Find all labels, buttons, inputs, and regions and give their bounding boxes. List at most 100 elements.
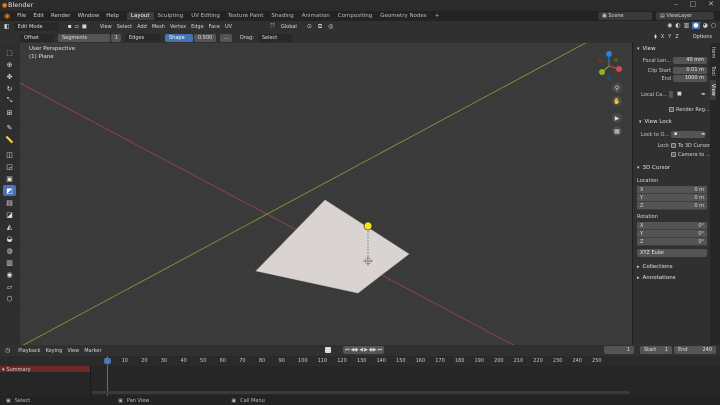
local-camera-checkbox[interactable]	[669, 91, 673, 98]
tab-texture-paint[interactable]: Texture Paint	[224, 12, 268, 20]
add-cube-tool-icon[interactable]: ◫	[3, 149, 16, 160]
menu-view[interactable]: View	[100, 24, 112, 30]
menu-help[interactable]: Help	[106, 13, 119, 19]
menu-file[interactable]: File	[17, 13, 26, 19]
camera-view-icon[interactable]: ▶	[612, 113, 622, 123]
view-section-header[interactable]: ▾ View	[637, 46, 656, 52]
mirror-z-toggle[interactable]: Z	[675, 34, 678, 40]
navigation-gizmo[interactable]	[592, 49, 626, 83]
menu-edit[interactable]: Edit	[33, 13, 44, 19]
render-shading-icon[interactable]: ○	[711, 22, 716, 29]
measure-tool-icon[interactable]: 📏	[3, 134, 16, 145]
select-box-tool-icon[interactable]: ⬚	[3, 47, 16, 58]
lock-to-object-field[interactable]: ▪	[671, 131, 705, 138]
menu-render[interactable]: Render	[51, 13, 71, 19]
timeline-editor-icon[interactable]: ◷	[5, 347, 10, 354]
clip-start-field[interactable]: 0.01 m	[673, 67, 707, 74]
xray-icon[interactable]: ▥	[684, 22, 690, 29]
scene-selector[interactable]: ▣ Scene	[598, 12, 652, 20]
tab-animation[interactable]: Animation	[298, 12, 334, 20]
gizmo-z-icon[interactable]	[606, 51, 612, 57]
transform-tool-icon[interactable]: ⊞	[3, 107, 16, 118]
tab-layout[interactable]: Layout	[126, 12, 154, 20]
timeline-ruler[interactable]: 1102030405060708090100110120130140150160…	[0, 356, 720, 366]
maximize-icon[interactable]: □	[690, 0, 697, 8]
face-select-icon[interactable]: ◼	[82, 23, 87, 30]
view-lock-section-header[interactable]: ▾ View Lock	[639, 119, 672, 125]
summary-channel[interactable]: ▾ Summary	[0, 366, 90, 373]
cursor-section-header[interactable]: ▾ 3D Cursor	[637, 165, 670, 171]
current-frame-field[interactable]: 1	[604, 346, 634, 354]
tab-uv-editing[interactable]: UV Editing	[187, 12, 224, 20]
eyedropper-icon[interactable]: ✒	[701, 91, 706, 98]
tab-sculpting[interactable]: Sculpting	[154, 12, 188, 20]
tab-tool[interactable]: Tool	[710, 62, 716, 80]
minimize-icon[interactable]: –	[674, 0, 678, 8]
to-3d-cursor-checkbox[interactable]	[671, 143, 676, 148]
extrude-tool-icon[interactable]: ◲	[3, 161, 16, 172]
rotate-tool-icon[interactable]: ↻	[3, 83, 16, 94]
timeline-view-menu[interactable]: View	[67, 348, 79, 354]
rip-region-tool-icon[interactable]: ⬡	[3, 293, 16, 304]
mesh-select-icon[interactable]: ◧	[4, 23, 10, 30]
record-icon[interactable]	[325, 347, 331, 353]
keying-menu[interactable]: Keying	[46, 348, 63, 354]
gizmo-x-icon[interactable]	[616, 66, 622, 72]
mirror-x-toggle[interactable]: X	[661, 34, 664, 40]
pivot-icon[interactable]: ⊙	[307, 23, 312, 30]
3d-viewport[interactable]: User Perspective (1) Plane ⚲ ✋ ▶ ▦	[20, 43, 632, 345]
snap-icon[interactable]: ⧉	[318, 23, 322, 31]
start-frame-field[interactable]: Start 1	[640, 346, 672, 354]
timeline-scrollbar[interactable]	[92, 391, 630, 394]
gizmo-y-icon[interactable]	[599, 69, 605, 75]
rotation-z-field[interactable]: Z 0°	[637, 238, 707, 246]
rotation-mode-dropdown[interactable]: XYZ Euler	[637, 249, 707, 257]
segments-field[interactable]: 1	[111, 33, 121, 42]
rotation-y-field[interactable]: Y 0°	[637, 230, 707, 238]
proportional-edit-icon[interactable]: ◎	[328, 23, 333, 30]
add-workspace-button[interactable]: +	[431, 12, 444, 20]
playhead[interactable]	[107, 356, 108, 396]
close-icon[interactable]: ✕	[708, 0, 714, 8]
shape-field[interactable]: 0.500	[194, 33, 216, 42]
smooth-tool-icon[interactable]: ◍	[3, 245, 16, 256]
menu-window[interactable]: Window	[78, 13, 100, 19]
affect-dropdown[interactable]: Edges	[125, 33, 161, 42]
menu-add[interactable]: Add	[137, 24, 147, 30]
end-frame-field[interactable]: End 240	[674, 346, 716, 354]
menu-uv[interactable]: UV	[225, 24, 232, 30]
menu-select[interactable]: Select	[117, 24, 132, 30]
play-reverse-icon[interactable]: ◀	[359, 347, 363, 353]
loop-cut-tool-icon[interactable]: ▤	[3, 197, 16, 208]
cursor-tool-icon[interactable]: ⊕	[3, 59, 16, 70]
edge-select-icon[interactable]: ▫	[75, 23, 79, 30]
tab-item[interactable]: Item	[710, 43, 716, 62]
tab-compositing[interactable]: Compositing	[334, 12, 376, 20]
blender-menu-icon[interactable]: ◉	[4, 12, 10, 20]
tab-geometry-nodes[interactable]: Geometry Nodes	[376, 12, 430, 20]
rotation-x-field[interactable]: X 0°	[637, 222, 707, 230]
focal-length-field[interactable]: 40 mm	[673, 57, 707, 64]
location-y-field[interactable]: Y 0 m	[637, 194, 707, 202]
timeline-body[interactable]: ▾ Summary	[0, 356, 720, 396]
perspective-toggle-icon[interactable]: ▦	[612, 126, 622, 136]
view-layer-selector[interactable]: ▤ ViewLayer	[656, 12, 714, 20]
collections-section-header[interactable]: ▸ Collections	[637, 264, 673, 270]
annotate-tool-icon[interactable]: ✎	[3, 122, 16, 133]
overlay-icon[interactable]: ◐	[675, 22, 680, 29]
spin-tool-icon[interactable]: ◒	[3, 233, 16, 244]
zoom-icon[interactable]: ⚲	[612, 83, 622, 93]
tab-shading[interactable]: Shading	[267, 12, 297, 20]
shrink-fatten-tool-icon[interactable]: ◉	[3, 269, 16, 280]
playback-menu[interactable]: Playback	[18, 348, 40, 354]
shear-tool-icon[interactable]: ▱	[3, 281, 16, 292]
eyedropper-icon[interactable]: ✒	[701, 131, 706, 138]
next-keyframe-icon[interactable]: ◆▶	[369, 347, 377, 353]
solid-shading-icon[interactable]: ●	[692, 22, 700, 29]
marker-menu[interactable]: Marker	[84, 348, 101, 354]
annotations-section-header[interactable]: ▸ Annotations	[637, 275, 676, 281]
drag-dropdown[interactable]: Select Box	[257, 33, 292, 49]
bevel-tool-icon[interactable]: ◩	[3, 185, 16, 196]
transform-orientation-dropdown[interactable]: Global	[277, 23, 301, 31]
visibility-icon[interactable]: ◉	[667, 22, 672, 29]
